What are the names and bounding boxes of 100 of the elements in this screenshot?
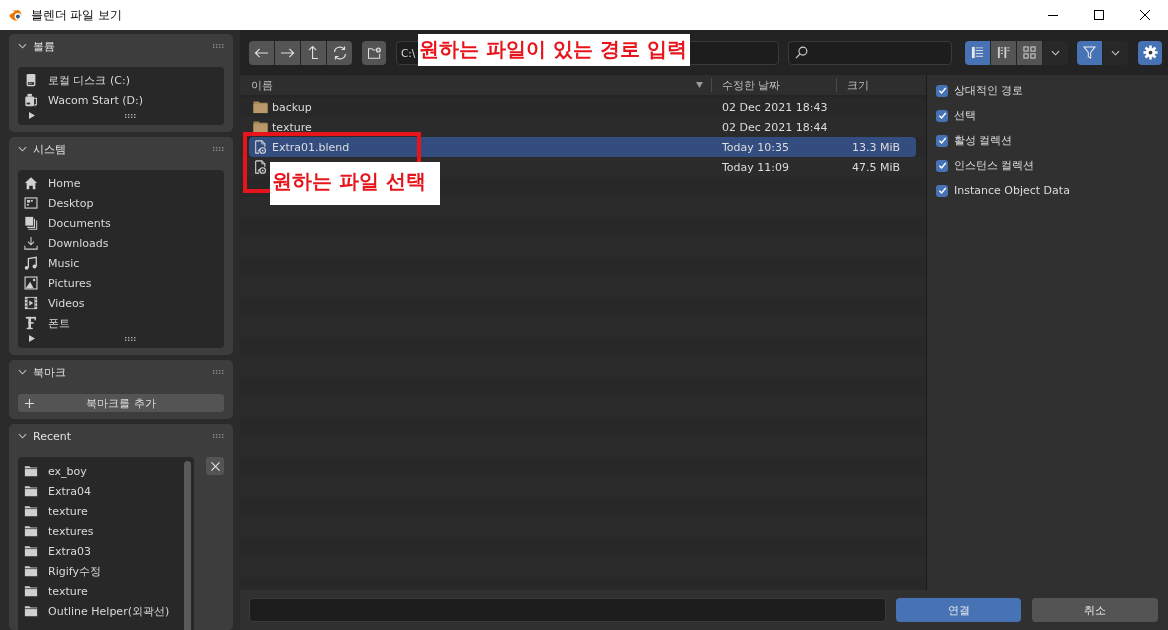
checkbox-label[interactable]: 상대적인 경로 — [954, 83, 1024, 98]
right-arrow-icon — [280, 46, 295, 59]
folder-icon — [24, 604, 38, 618]
filename-field[interactable] — [249, 598, 886, 622]
chevron-icon[interactable] — [18, 369, 27, 375]
filter-toggle-button[interactable] — [1077, 40, 1102, 65]
settings-button[interactable] — [1138, 40, 1162, 65]
usb-drive-icon — [24, 93, 38, 107]
display-mode-button[interactable] — [991, 40, 1016, 65]
minimize-icon — [1048, 14, 1058, 16]
check-icon — [937, 186, 947, 195]
location-item[interactable]: Wacom Start (D:) — [18, 90, 224, 110]
clear-recent-button[interactable] — [206, 457, 224, 475]
music-note-icon — [24, 256, 38, 270]
recent-folder-item[interactable]: textures — [18, 521, 184, 541]
file-date: 02 Dec 2021 18:44 — [722, 120, 829, 134]
file-row[interactable]: backup 02 Dec 2021 18:43 — [249, 97, 916, 117]
refresh-button[interactable] — [327, 40, 352, 65]
folder-icon — [24, 524, 38, 538]
location-item[interactable]: Music — [18, 253, 224, 273]
annotation-tooltip: 원하는 파일이 있는 경로 입력 — [418, 34, 690, 66]
chevron-icon[interactable] — [18, 433, 27, 439]
add-bookmark-button[interactable]: 북마크를 추가 — [18, 394, 224, 412]
display-mode-button[interactable] — [1017, 40, 1042, 65]
expand-triangle-icon[interactable] — [29, 335, 35, 342]
recent-folder-item[interactable]: texture — [18, 501, 184, 521]
scrollbar[interactable] — [184, 461, 191, 630]
location-item[interactable]: Downloads — [18, 233, 224, 253]
settings-icon — [1142, 45, 1158, 60]
panel-title[interactable]: 북마크 — [33, 364, 66, 380]
chevron-icon[interactable] — [18, 146, 27, 152]
check-icon — [937, 161, 947, 170]
checkbox-label[interactable]: 활성 컬렉션 — [954, 133, 1013, 148]
checkbox-label[interactable]: Instance Object Data — [954, 184, 1070, 197]
new-folder-icon — [366, 46, 382, 59]
display-mode-dropdown[interactable] — [1043, 40, 1068, 65]
recent-folder-item[interactable]: ex_boy — [18, 461, 184, 481]
checkbox-label[interactable]: 선택 — [954, 108, 976, 123]
checkbox-label[interactable]: 인스턴스 컬렉션 — [954, 158, 1035, 173]
display-mode-button[interactable] — [965, 40, 990, 65]
download-icon — [24, 236, 38, 250]
resize-grip-icon[interactable] — [125, 114, 136, 118]
close-icon — [210, 461, 220, 471]
recent-folder-item[interactable]: Rigify수정 — [18, 561, 184, 581]
file-size: 13.3 MiB — [851, 140, 900, 154]
location-item[interactable]: 로컬 디스크 (C:) — [18, 70, 224, 90]
checkbox[interactable] — [936, 109, 948, 122]
location-item[interactable]: 폰트 — [18, 313, 224, 333]
column-header[interactable]: 크기 — [837, 75, 926, 95]
up-arrow-icon — [308, 45, 319, 60]
vertical-list-icon — [971, 46, 984, 59]
resize-grip-icon[interactable] — [125, 337, 136, 341]
drag-handle-icon[interactable] — [213, 434, 224, 438]
file-name: Extra01.blend — [272, 140, 350, 154]
drag-handle-icon[interactable] — [213, 370, 224, 374]
cancel-button[interactable]: 취소 — [1032, 598, 1158, 622]
file-date: Today 11:09 — [722, 160, 790, 174]
filter-icon — [1083, 46, 1096, 59]
location-item[interactable]: Desktop — [18, 193, 224, 213]
file-size: 47.5 MiB — [851, 160, 900, 174]
folder-icon — [24, 464, 38, 478]
folder-icon — [24, 564, 38, 578]
recent-folder-item[interactable]: texture — [18, 581, 184, 601]
left-arrow-icon — [254, 46, 269, 59]
link-button[interactable]: 연결 — [896, 598, 1021, 622]
recent-folder-item[interactable]: Extra03 — [18, 541, 184, 561]
checkbox[interactable] — [936, 184, 948, 197]
check-icon — [937, 86, 947, 95]
new-folder-button[interactable] — [362, 40, 386, 65]
recent-folder-item[interactable]: Outline Helper(외곽선) — [18, 601, 184, 621]
check-icon — [937, 111, 947, 120]
column-header[interactable]: 이름 — [240, 78, 712, 92]
back-button[interactable] — [249, 40, 274, 65]
file-row[interactable]: Extra01.blend Today 10:35 13.3 MiB — [249, 137, 916, 157]
drag-handle-icon[interactable] — [213, 44, 224, 48]
folder-icon — [24, 504, 38, 518]
location-item[interactable]: Documents — [18, 213, 224, 233]
checkbox[interactable] — [936, 159, 948, 172]
location-item[interactable]: Videos — [18, 293, 224, 313]
forward-button[interactable] — [275, 40, 300, 65]
file-row[interactable]: texture 02 Dec 2021 18:44 — [249, 117, 916, 137]
chevron-icon[interactable] — [18, 43, 27, 49]
panel-title[interactable]: 볼륨 — [33, 38, 55, 54]
location-item[interactable]: Pictures — [18, 273, 224, 293]
file-date: Today 10:35 — [722, 140, 790, 154]
maximize-icon — [1094, 10, 1104, 20]
location-item[interactable]: Home — [18, 173, 224, 193]
drive-icon — [24, 73, 38, 87]
caret-icon — [1111, 49, 1120, 56]
expand-triangle-icon[interactable] — [29, 112, 35, 119]
search-field[interactable] — [788, 40, 952, 65]
parent-directory-button[interactable] — [301, 40, 326, 65]
panel-title[interactable]: 시스템 — [33, 141, 66, 157]
checkbox[interactable] — [936, 134, 948, 147]
panel-title[interactable]: Recent — [33, 429, 72, 443]
checkbox[interactable] — [936, 84, 948, 97]
recent-folder-item[interactable]: Extra04 — [18, 481, 184, 501]
column-header[interactable]: 수정한 날짜 — [712, 78, 837, 92]
drag-handle-icon[interactable] — [213, 147, 224, 151]
home-icon — [24, 176, 38, 190]
